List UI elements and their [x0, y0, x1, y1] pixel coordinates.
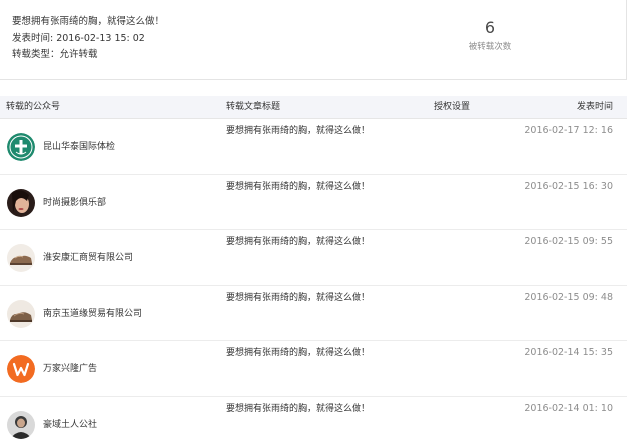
account-name[interactable]: 豪域土人公社 [43, 419, 97, 431]
table-row[interactable]: 南京玉道缘贸易有限公司 要想拥有张雨绮的胸，就得这么做！ 2016-02-15 … [0, 286, 627, 341]
column-header-authorization: 授权设置 [434, 102, 471, 112]
publish-time-cell: 2016-02-15 09: 55 [524, 236, 613, 247]
column-header-publish-time: 发表时间 [576, 102, 613, 112]
article-title-cell[interactable]: 要想拥有张雨绮的胸，就得这么做！ [226, 403, 370, 415]
publish-time-cell: 2016-02-14 01: 10 [524, 402, 613, 414]
column-header-article-title: 转载文章标题 [226, 102, 281, 112]
repost-details-page: 要想拥有张雨绮的胸，就得这么做！ 发表时间: 2016-02-13 15: 02… [0, 0, 639, 444]
hospital-logo-icon[interactable] [7, 133, 35, 161]
account-name[interactable]: 南京玉道缘贸易有限公司 [43, 308, 142, 320]
table-row[interactable]: 时尚摄影俱乐部 要想拥有张雨绮的胸，就得这么做！ 2016-02-15 16: … [0, 175, 627, 230]
shoe-photo-avatar[interactable] [7, 244, 35, 272]
table-header: 转载的公众号 转载文章标题 授权设置 发表时间 [0, 96, 627, 119]
woman-portrait-avatar[interactable] [7, 188, 35, 217]
publish-time-cell: 2016-02-15 09: 48 [524, 291, 613, 303]
orange-w-logo-icon[interactable] [7, 355, 35, 383]
article-title-cell[interactable]: 要想拥有张雨绮的胸，就得这么做！ [226, 347, 370, 359]
article-title-cell[interactable]: 要想拥有张雨绮的胸，就得这么做！ [226, 292, 370, 304]
repost-type: 转载类型：允许转载 [12, 49, 98, 60]
publish-time: 发表时间: 2016-02-13 15: 02 [12, 33, 145, 44]
table-row[interactable]: 淮安康汇商贸有限公司 要想拥有张雨绮的胸，就得这么做！ 2016-02-15 0… [0, 230, 627, 286]
publish-time-cell: 2016-02-14 15: 35 [524, 347, 613, 358]
article-title-cell[interactable]: 要想拥有张雨绮的胸，就得这么做！ [226, 125, 370, 137]
table-row[interactable]: 昆山华泰国际体检 要想拥有张雨绮的胸，就得这么做！ 2016-02-17 12:… [0, 119, 627, 175]
account-name[interactable]: 淮安康汇商贸有限公司 [43, 252, 133, 264]
table-row[interactable]: 豪域土人公社 要想拥有张雨绮的胸，就得这么做！ 2016-02-14 01: 1… [0, 397, 627, 444]
repost-count: 6 [484, 18, 496, 37]
shoe-photo-avatar[interactable] [7, 299, 35, 328]
table-row[interactable]: 万家兴隆广告 要想拥有张雨绮的胸，就得这么做！ 2016-02-14 15: 3… [0, 341, 627, 397]
account-name[interactable]: 昆山华泰国际体检 [43, 141, 115, 153]
account-name[interactable]: 万家兴隆广告 [43, 363, 97, 375]
article-title-cell[interactable]: 要想拥有张雨绮的胸，就得这么做！ [226, 181, 370, 193]
repost-count-label: 被转载次数 [468, 42, 512, 52]
article-summary: 要想拥有张雨绮的胸，就得这么做！ 发表时间: 2016-02-13 15: 02… [0, 0, 627, 80]
publish-time-cell: 2016-02-17 12: 16 [524, 125, 613, 136]
publish-time-cell: 2016-02-15 16: 30 [524, 180, 613, 192]
article-title: 要想拥有张雨绮的胸，就得这么做！ [12, 16, 165, 27]
article-title-cell[interactable]: 要想拥有张雨绮的胸，就得这么做！ [226, 236, 370, 248]
repost-count-box: 6 被转载次数 [420, 18, 560, 54]
account-name[interactable]: 时尚摄影俱乐部 [43, 197, 106, 209]
person-photo-avatar[interactable] [7, 410, 35, 439]
column-header-account: 转载的公众号 [6, 102, 61, 112]
repost-table: 转载的公众号 转载文章标题 授权设置 发表时间 昆山华泰国际体检 要想拥有张雨绮… [0, 96, 627, 444]
